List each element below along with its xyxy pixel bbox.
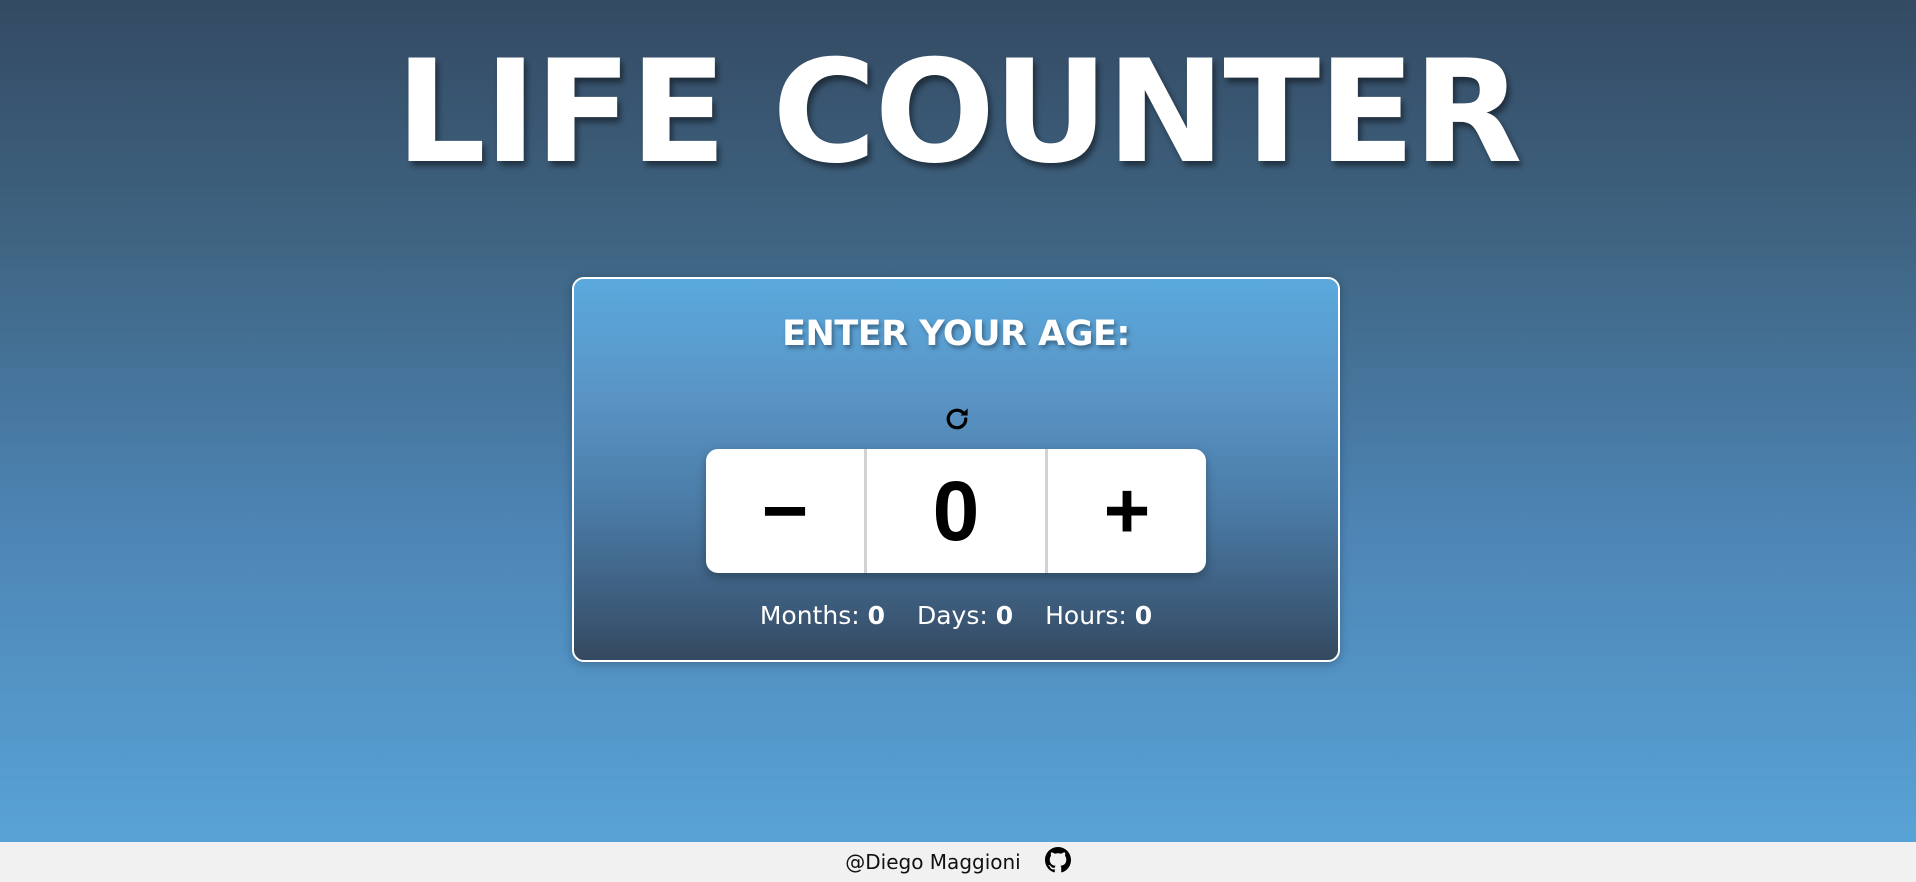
stat-label: Hours: (1045, 601, 1127, 630)
stat-label: Days: (916, 601, 988, 630)
footer: @Diego Maggioni (0, 842, 1916, 882)
age-card: ENTER YOUR AGE: − 0 + Months: 0 Days: 0 … (572, 277, 1340, 662)
card-heading: ENTER YOUR AGE: (782, 314, 1130, 354)
github-icon (1044, 847, 1071, 877)
stat-days: Days: 0 (917, 599, 1013, 633)
stat-value: 0 (867, 601, 886, 630)
age-value: 0 (932, 463, 980, 558)
github-link[interactable] (1044, 847, 1071, 877)
stat-months: Months: 0 (760, 599, 885, 633)
stat-label: Months: (759, 601, 860, 630)
author-credit: @Diego Maggioni (845, 850, 1021, 874)
stat-hours: Hours: 0 (1045, 599, 1152, 633)
age-stats: Months: 0 Days: 0 Hours: 0 (574, 599, 1338, 633)
refresh-icon (942, 404, 972, 438)
decrement-button[interactable]: − (706, 449, 864, 573)
reset-button[interactable] (940, 404, 974, 438)
page: LIFE COUNTER ENTER YOUR AGE: − 0 + Month… (0, 0, 1916, 842)
page-title: LIFE COUNTER (395, 30, 1522, 195)
stat-value: 0 (995, 601, 1014, 630)
increment-button[interactable]: + (1048, 449, 1206, 573)
stat-value: 0 (1134, 601, 1153, 630)
age-stepper: − 0 + (706, 449, 1206, 573)
